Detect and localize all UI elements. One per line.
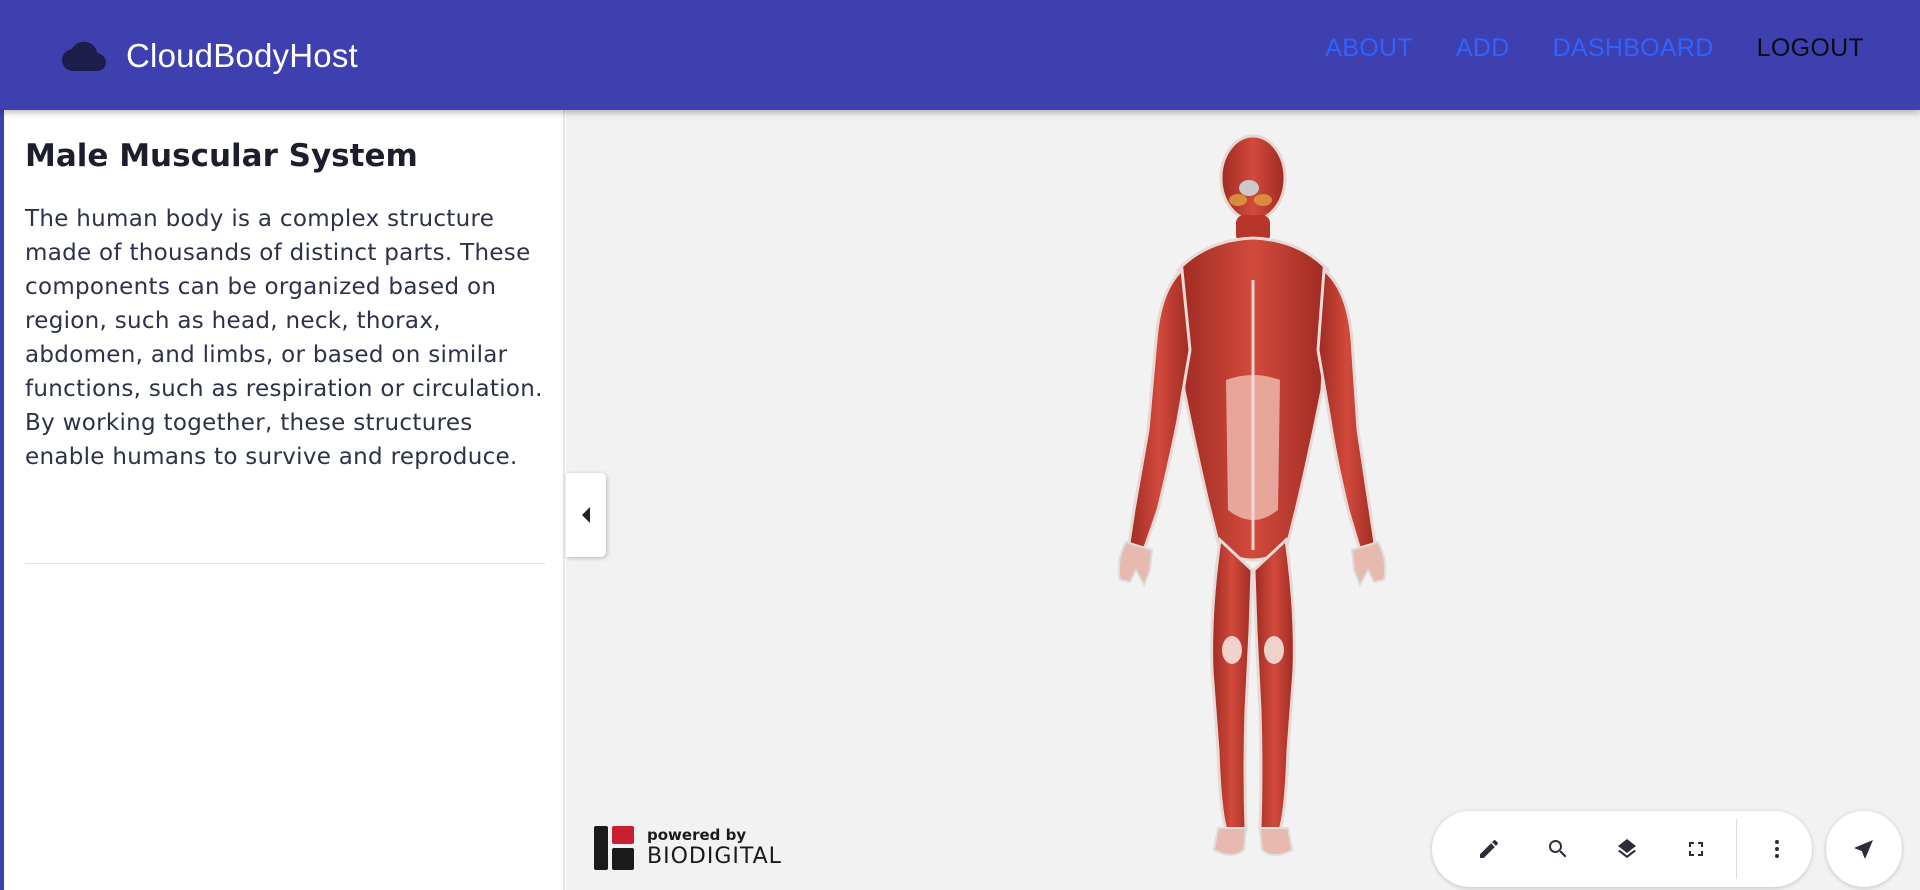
powered-by-text: powered by BIODIGITAL bbox=[647, 826, 782, 870]
nav-dashboard-link[interactable]: DASHBOARD bbox=[1553, 34, 1714, 63]
more-options-button[interactable] bbox=[1743, 811, 1812, 887]
navigation-button[interactable] bbox=[1826, 811, 1902, 887]
model-viewer[interactable]: powered by BIODIGITAL bbox=[566, 110, 1920, 890]
pencil-icon bbox=[1479, 839, 1498, 858]
nav-add-link[interactable]: ADD bbox=[1456, 34, 1510, 63]
powered-by-label: powered by bbox=[647, 826, 747, 844]
layers-button[interactable] bbox=[1592, 811, 1661, 887]
powered-brand-label: BIODIGITAL bbox=[647, 844, 782, 869]
panel-divider bbox=[25, 563, 545, 564]
layers-icon bbox=[1617, 839, 1636, 859]
model-description: The human body is a complex structure ma… bbox=[25, 206, 543, 470]
model-title: Male Muscular System bbox=[25, 138, 418, 174]
caret-left-icon bbox=[582, 507, 590, 523]
anatomy-model[interactable] bbox=[1086, 130, 1416, 870]
nav-about-link[interactable]: ABOUT bbox=[1325, 34, 1413, 63]
fullscreen-button[interactable] bbox=[1661, 811, 1730, 887]
navigation-arrow-icon bbox=[1855, 840, 1873, 858]
main-nav: ABOUT ADD DASHBOARD LOGOUT bbox=[1282, 34, 1864, 63]
powered-by-biodigital[interactable]: powered by BIODIGITAL bbox=[594, 826, 782, 870]
search-button[interactable] bbox=[1523, 811, 1592, 887]
more-vert-icon bbox=[1775, 840, 1780, 858]
logout-button[interactable]: LOGOUT bbox=[1757, 34, 1864, 63]
toolbar-divider bbox=[1736, 819, 1737, 879]
brand[interactable]: CloudBodyHost bbox=[62, 36, 358, 76]
top-app-bar: CloudBodyHost ABOUT ADD DASHBOARD LOGOUT bbox=[0, 0, 1920, 110]
draw-button[interactable] bbox=[1454, 811, 1523, 887]
collapse-panel-button[interactable] bbox=[566, 473, 606, 557]
viewer-toolbar bbox=[1432, 811, 1812, 887]
fullscreen-icon bbox=[1688, 842, 1703, 856]
cloud-icon bbox=[62, 41, 106, 71]
info-panel: Male Muscular System The human body is a… bbox=[4, 110, 565, 890]
search-icon bbox=[1548, 840, 1566, 858]
biodigital-logo-icon bbox=[594, 826, 634, 870]
brand-name: CloudBodyHost bbox=[126, 37, 358, 74]
